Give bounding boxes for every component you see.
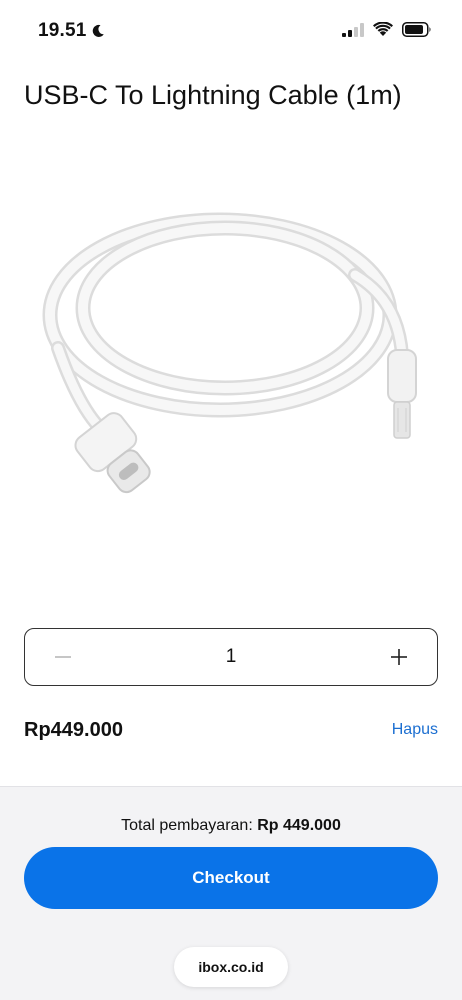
- decrement-button[interactable]: [49, 643, 77, 671]
- status-icons: [342, 22, 432, 37]
- quantity-value: 1: [225, 646, 237, 667]
- product-title: USB-C To Lightning Cable (1m): [24, 80, 402, 110]
- increment-button[interactable]: [385, 643, 413, 671]
- cellular-signal-icon: [342, 22, 364, 37]
- plus-icon: [390, 649, 407, 665]
- total-label: Total pembayaran:: [121, 817, 253, 834]
- moon-icon: [92, 24, 104, 37]
- item-price: Rp449.000: [24, 719, 123, 741]
- checkout-button[interactable]: Checkout: [24, 847, 438, 909]
- time-label: 19.51: [38, 20, 87, 41]
- usb-c-lightning-cable-image: [42, 212, 417, 494]
- usb-c-connector: [74, 412, 151, 494]
- wifi-icon: [373, 22, 393, 36]
- checkout-panel: Total pembayaran: Rp 449.000 Checkout ib…: [0, 786, 462, 1000]
- quantity-stepper[interactable]: 1: [24, 628, 438, 686]
- battery-icon: [402, 22, 431, 37]
- total-line: Total pembayaran: Rp 449.000: [0, 817, 462, 835]
- lightning-connector: [387, 349, 417, 439]
- status-bar: 19.51: [0, 0, 462, 62]
- status-time: 19.51: [38, 20, 105, 42]
- total-amount: Rp 449.000: [257, 817, 341, 834]
- minus-icon: [55, 656, 71, 658]
- address-bar[interactable]: ibox.co.id: [174, 947, 288, 987]
- remove-link[interactable]: Hapus: [392, 721, 438, 739]
